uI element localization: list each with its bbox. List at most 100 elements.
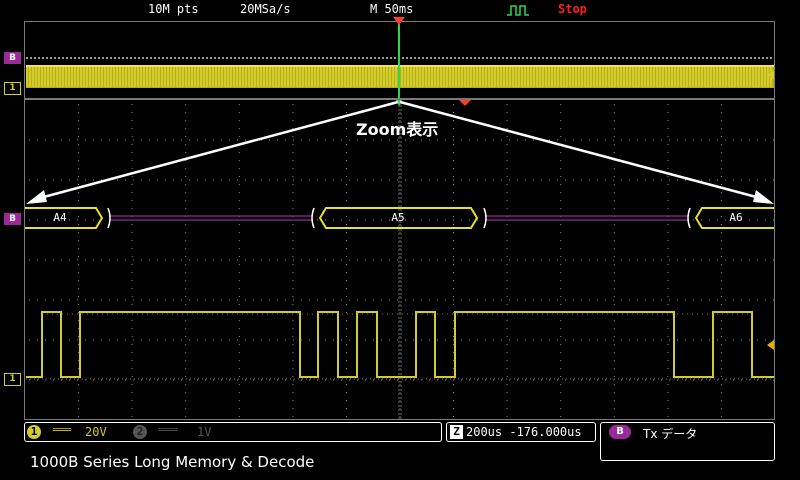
grid-dot	[501, 299, 502, 301]
grid-dot	[701, 219, 702, 221]
grid-dot	[667, 392, 669, 393]
grid-dot	[185, 408, 187, 409]
bus-decode-info[interactable]: Tx データ	[643, 425, 697, 442]
grid-dot	[533, 139, 534, 141]
grid-dot	[185, 192, 187, 193]
grid-dot	[301, 139, 302, 141]
grid-dot	[560, 264, 562, 265]
grid-dot	[101, 139, 102, 141]
grid-dot	[506, 264, 508, 265]
grid-dot	[453, 312, 455, 313]
grid-dot	[301, 379, 302, 381]
grid-dot	[238, 336, 240, 337]
zoom-timebase-readout[interactable]: 200us -176.000us	[466, 425, 582, 439]
grid-dot	[653, 139, 654, 141]
grid-dot	[613, 360, 615, 361]
grid-dot	[637, 259, 638, 261]
grid-dot	[345, 160, 347, 161]
grid-dot	[765, 139, 766, 141]
grid-dot	[345, 416, 347, 417]
grid-dot	[93, 299, 94, 301]
bus-info-box[interactable]: B Tx データ	[600, 422, 775, 461]
grid-dot	[533, 339, 534, 341]
grid-dot	[238, 184, 240, 185]
decode-frame-label[interactable]: A6	[716, 211, 756, 224]
grid-dot	[709, 179, 710, 181]
grid-dot	[238, 232, 240, 233]
grid-dot	[245, 179, 246, 181]
grid-dot	[549, 299, 550, 301]
grid-dot	[685, 179, 686, 181]
grid-dot	[717, 339, 718, 341]
grid-dot	[29, 179, 30, 181]
grid-dot	[78, 128, 80, 129]
grid-dot	[453, 192, 455, 193]
grid-dot	[205, 299, 206, 301]
ch2-badge[interactable]: 2	[133, 425, 147, 439]
grid-dot	[541, 379, 542, 381]
grid-dot	[667, 144, 669, 145]
grid-dot	[85, 219, 86, 221]
grid-dot	[667, 240, 669, 241]
grid-dot	[573, 139, 574, 141]
decode-frame-label[interactable]: A5	[378, 211, 418, 224]
zoom-timebase-box[interactable]: Z 200us -176.000us	[446, 422, 596, 442]
grid-dot	[238, 208, 240, 209]
grid-dot	[245, 259, 246, 261]
grid-dot	[133, 379, 134, 381]
grid-dot	[173, 139, 174, 141]
grid-dot	[277, 339, 278, 341]
grid-dot	[533, 299, 534, 301]
decode-frame-label[interactable]: A4	[40, 211, 80, 224]
grid-dot	[667, 104, 669, 105]
grid-dot	[69, 259, 70, 261]
grid-dot	[597, 379, 598, 381]
grid-dot	[506, 168, 508, 169]
ch2-scale[interactable]: 1V	[197, 425, 211, 439]
grid-dot	[709, 299, 710, 301]
grid-dot	[517, 299, 518, 301]
grid-dot	[78, 248, 80, 249]
grid-dot	[269, 179, 270, 181]
grid-dot	[189, 339, 190, 341]
ch1-channel-marker[interactable]: 1	[4, 373, 21, 386]
grid-dot	[181, 179, 182, 181]
grid-dot	[345, 280, 347, 281]
grid-dot	[189, 299, 190, 301]
grid-dot	[345, 144, 347, 145]
ch1-scale[interactable]: 20V	[85, 425, 107, 439]
grid-dot	[720, 328, 722, 329]
grid-dot	[261, 299, 262, 301]
ch1-badge[interactable]: 1	[27, 425, 41, 439]
grid-dot	[453, 240, 455, 241]
grid-dot	[77, 339, 78, 341]
grid-dot	[399, 272, 401, 273]
grid-dot	[101, 299, 102, 301]
grid-dot	[749, 379, 750, 381]
grid-dot	[292, 168, 294, 169]
grid-dot	[677, 339, 678, 341]
grid-dot	[78, 344, 80, 345]
grid-dot	[445, 299, 446, 301]
grid-dot	[461, 299, 462, 301]
grid-dot	[309, 299, 310, 301]
grid-dot	[131, 112, 133, 113]
grid-dot	[131, 248, 133, 249]
channel-settings-box[interactable]: 1 ═══ 20V 2 ═══ 1V	[24, 422, 442, 442]
grid-dot	[613, 208, 615, 209]
grid-dot	[461, 339, 462, 341]
grid-dot	[637, 339, 638, 341]
grid-dot	[613, 288, 615, 289]
grid-dot	[589, 339, 590, 341]
grid-dot	[506, 328, 508, 329]
grid-dot	[757, 299, 758, 301]
grid-dot	[61, 259, 62, 261]
grid-dot	[453, 259, 454, 261]
grid-dot	[667, 360, 669, 361]
grid-dot	[293, 339, 294, 341]
bus-channel-marker[interactable]: B	[4, 213, 21, 225]
grid-dot	[605, 339, 606, 341]
grid-dot	[131, 232, 133, 233]
grid-dot	[78, 360, 80, 361]
grid-dot	[78, 392, 80, 393]
